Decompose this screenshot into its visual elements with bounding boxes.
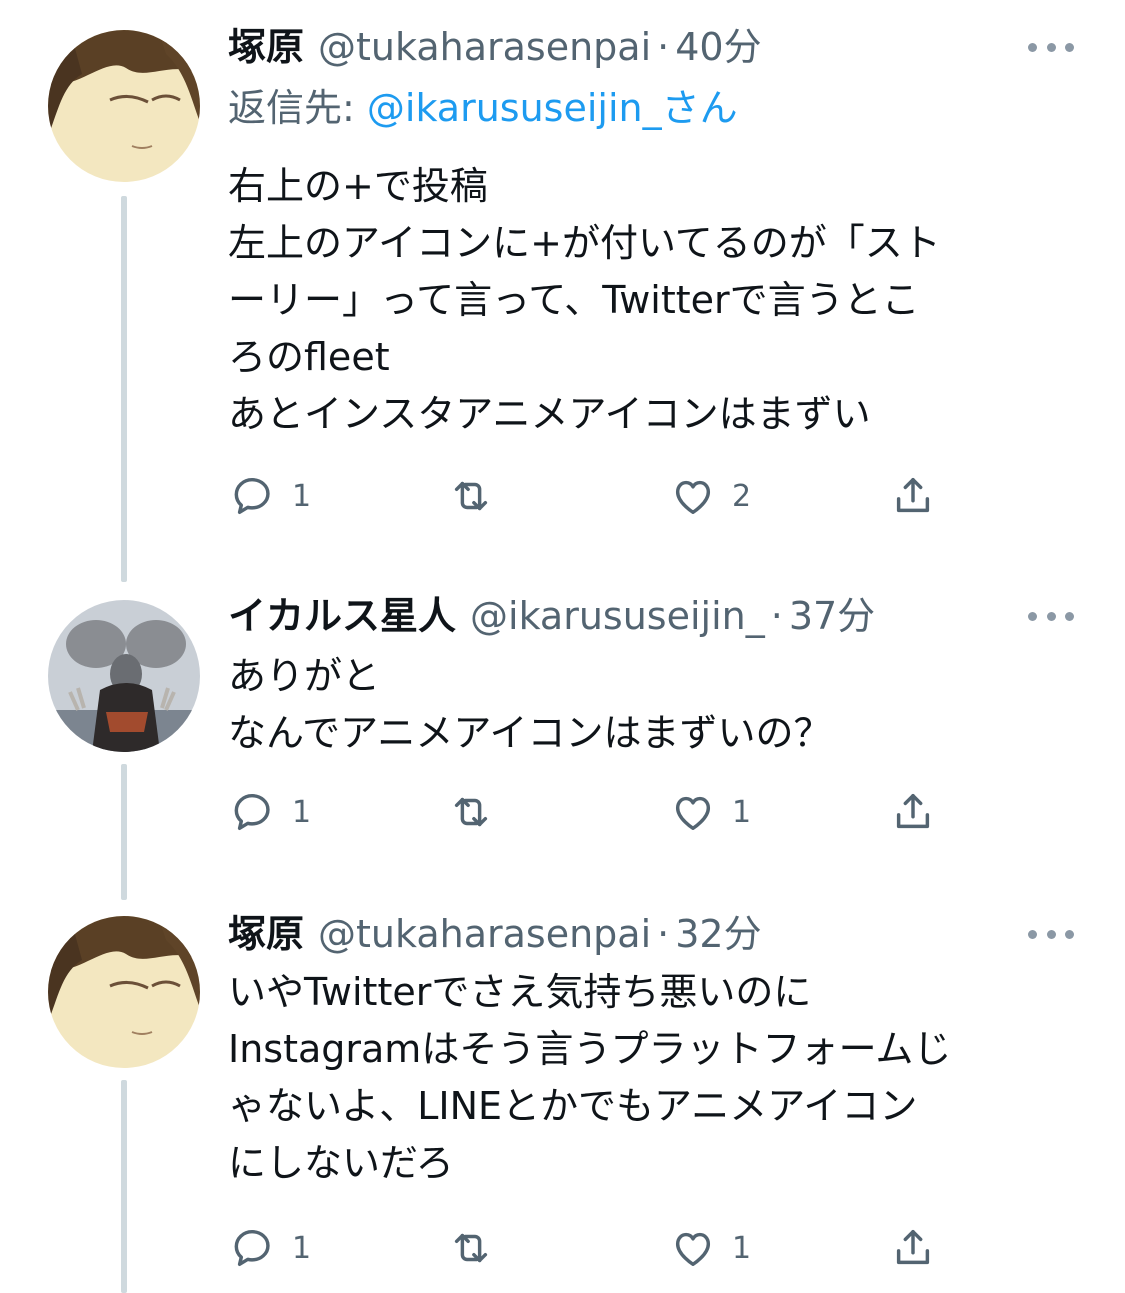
like-button[interactable]: 1: [670, 1218, 751, 1278]
tweet-text-line: ありがと: [228, 654, 381, 698]
retweet-icon: [448, 1225, 494, 1271]
reply-icon: [230, 473, 276, 519]
share-button[interactable]: [890, 782, 936, 842]
action-bar: 1 1: [228, 1218, 948, 1278]
retweet-icon: [448, 789, 494, 835]
timestamp[interactable]: 40分: [675, 23, 761, 71]
share-icon: [890, 1225, 936, 1271]
avatar[interactable]: [48, 30, 200, 182]
thread-line: [121, 764, 127, 900]
like-button[interactable]: 2: [670, 466, 751, 526]
tweet-header: 塚原 @tukaharasenpai · 40分: [228, 23, 762, 71]
retweet-button[interactable]: [448, 466, 510, 526]
retweet-icon: [448, 473, 494, 519]
tweet-header: 塚原 @tukaharasenpai · 32分: [228, 910, 762, 958]
share-button[interactable]: [890, 1218, 936, 1278]
heart-icon: [670, 1225, 716, 1271]
action-bar: 1 1: [228, 782, 948, 842]
separator-dot: ·: [657, 912, 670, 956]
reply-count: 1: [292, 478, 312, 514]
display-name[interactable]: 塚原: [228, 23, 304, 71]
heart-icon: [670, 473, 716, 519]
display-name[interactable]: イカルス星人: [228, 592, 456, 640]
thread-line: [121, 1080, 127, 1293]
avatar[interactable]: [48, 916, 200, 1068]
tweet[interactable]: 塚原 @tukaharasenpai · 40分 返信先: @ikarususe…: [0, 0, 1125, 582]
tweet[interactable]: 塚原 @tukaharasenpai · 32分 いやTwitterでさえ気持ち…: [0, 900, 1125, 1293]
more-icon[interactable]: [1028, 606, 1074, 626]
separator-dot: ·: [770, 594, 783, 638]
retweet-button[interactable]: [448, 782, 510, 842]
thread-line: [121, 196, 127, 582]
tweet[interactable]: イカルス星人 @ikarususeijin_ · 37分 ありがと なんでアニメ…: [0, 580, 1125, 900]
share-icon: [890, 789, 936, 835]
like-count: 1: [732, 794, 752, 830]
reply-count: 1: [292, 1230, 312, 1266]
mention-link[interactable]: @ikarususeijin_さん: [367, 86, 738, 130]
display-name[interactable]: 塚原: [228, 910, 304, 958]
tweet-text: ありがと なんでアニメアイコンはまずいの？: [228, 648, 1088, 762]
share-button[interactable]: [890, 466, 936, 526]
reply-button[interactable]: 1: [230, 782, 311, 842]
tweet-text: 右上の+で投稿 左上のアイコンに+が付いてるのが「スト ーリー」って言って、Tw…: [228, 158, 1088, 443]
reply-count: 1: [292, 794, 312, 830]
tweet-text-line: なんでアニメアイコンはまずいの？: [228, 711, 832, 755]
tweet-text: いやTwitterでさえ気持ち悪いのに Instagramはそう言うプラットフォ…: [228, 964, 1088, 1192]
timestamp[interactable]: 32分: [675, 910, 761, 958]
tweet-text-line: にしないだろ: [228, 1141, 454, 1185]
action-bar: 1 2: [228, 466, 948, 526]
like-button[interactable]: 1: [670, 782, 751, 842]
share-icon: [890, 473, 936, 519]
reply-button[interactable]: 1: [230, 1218, 311, 1278]
reply-icon: [230, 789, 276, 835]
like-count: 1: [732, 1230, 752, 1266]
tweet-text-line: ろのfleet: [228, 335, 390, 379]
tweet-text-line: ゃないよ、LINEとかでもアニメアイコン: [228, 1084, 918, 1128]
tweet-text-line: Instagramはそう言うプラットフォームじ: [228, 1027, 952, 1071]
more-icon[interactable]: [1028, 37, 1074, 57]
tweet-text-line: いやTwitterでさえ気持ち悪いのに: [228, 970, 812, 1014]
reply-button[interactable]: 1: [230, 466, 311, 526]
tweet-header: イカルス星人 @ikarususeijin_ · 37分: [228, 592, 875, 640]
user-handle[interactable]: @ikarususeijin_: [470, 592, 765, 640]
like-count: 2: [732, 478, 752, 514]
avatar[interactable]: [48, 600, 200, 752]
timestamp[interactable]: 37分: [789, 592, 875, 640]
tweet-text-line: ーリー」って言って、Twitterで言うとこ: [228, 278, 920, 322]
user-handle[interactable]: @tukaharasenpai: [318, 23, 651, 71]
reply-to: 返信先: @ikarususeijin_さん: [228, 84, 738, 132]
reply-icon: [230, 1225, 276, 1271]
separator-dot: ·: [657, 25, 670, 69]
user-handle[interactable]: @tukaharasenpai: [318, 910, 651, 958]
reply-to-label: 返信先:: [228, 86, 367, 130]
more-icon[interactable]: [1028, 924, 1074, 944]
tweet-text-line: あとインスタアニメアイコンはまずい: [228, 392, 871, 436]
tweet-text-line: 右上の+で投稿: [228, 164, 488, 208]
heart-icon: [670, 789, 716, 835]
tweet-text-line: 左上のアイコンに+が付いてるのが「スト: [228, 221, 941, 265]
retweet-button[interactable]: [448, 1218, 510, 1278]
